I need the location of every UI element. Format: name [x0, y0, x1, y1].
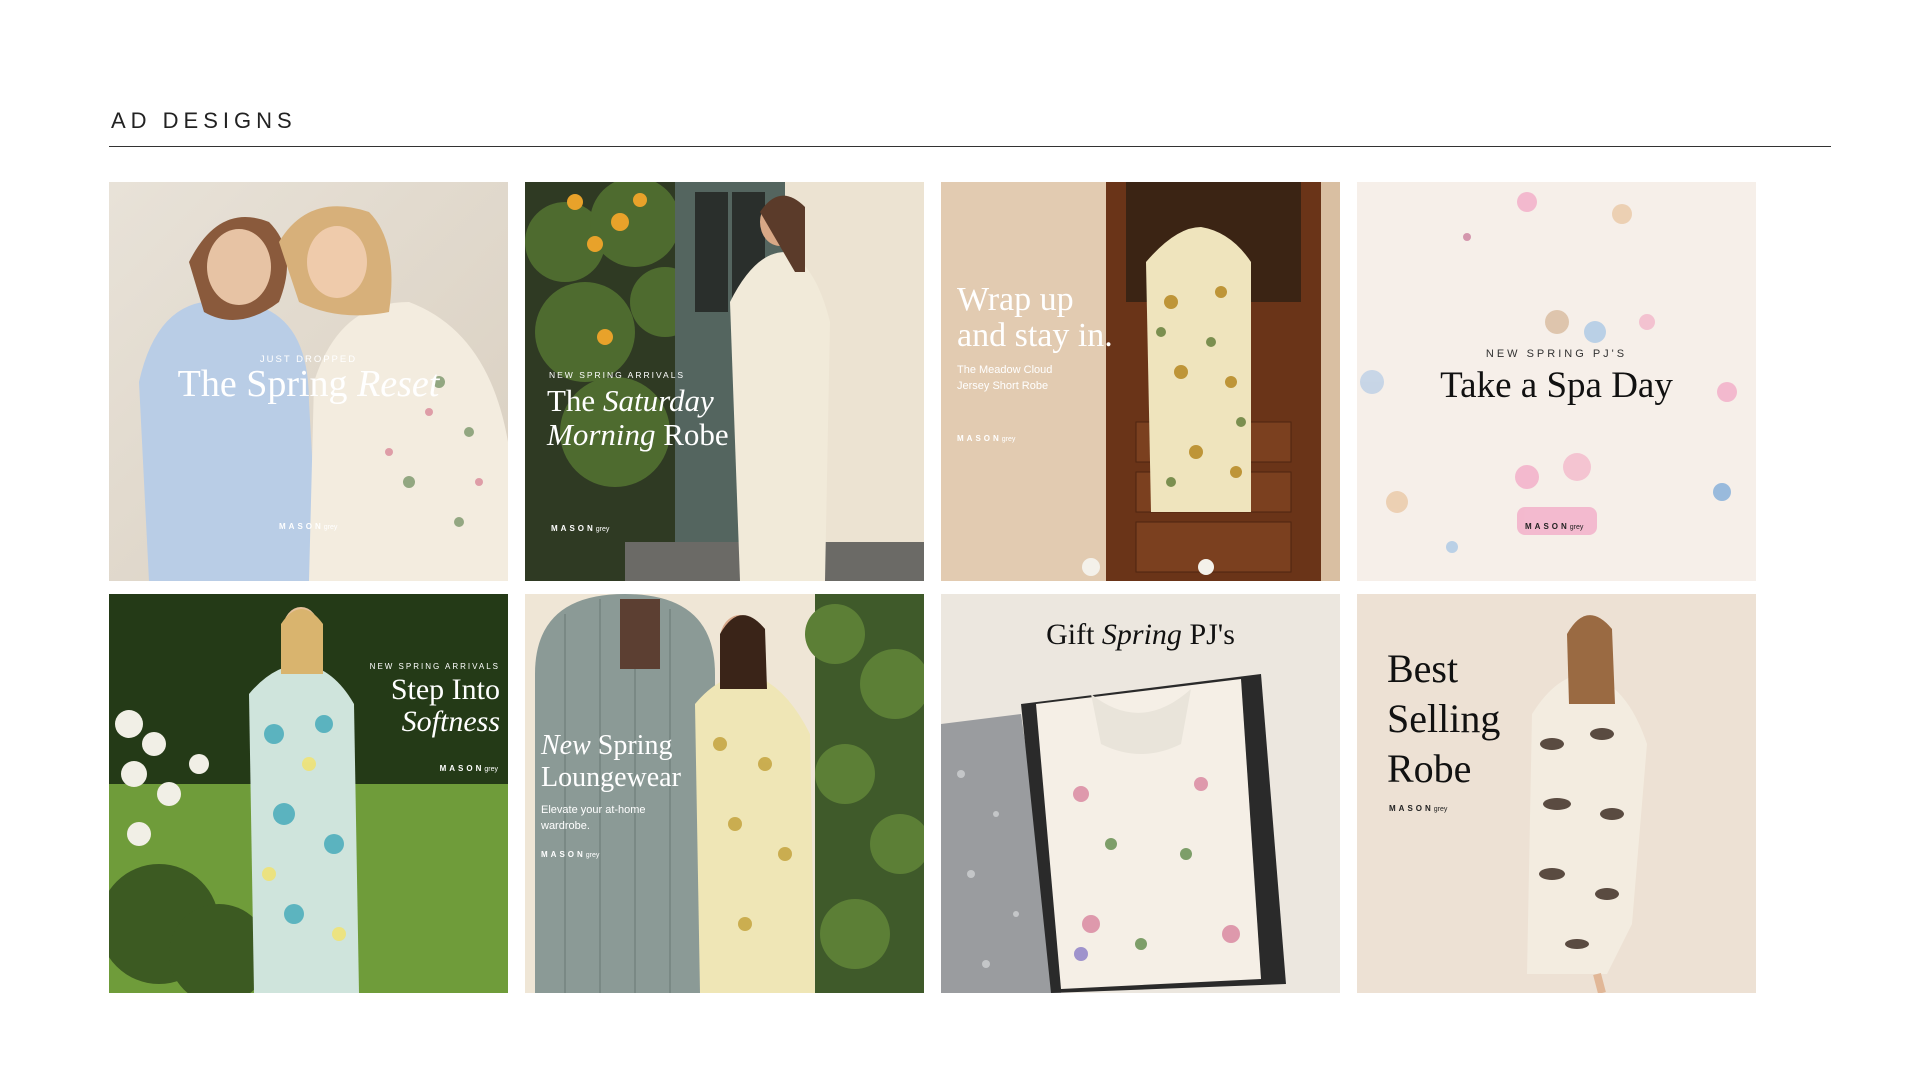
ad-subtext: The Meadow Cloud Jersey Short Robe	[957, 362, 1052, 394]
brand-suffix: grey	[585, 852, 600, 859]
brand-logo: MASONgrey	[957, 434, 1015, 443]
ad-headline: New Spring Loungewear	[541, 730, 681, 794]
brand-logo: MASONgrey	[1389, 804, 1447, 813]
brand-logo: MASONgrey	[440, 764, 498, 773]
ad-tile-step-into-softness[interactable]: NEW SPRING ARRIVALS Step Into Softness M…	[109, 594, 508, 993]
ad-headline-line: Selling	[1387, 696, 1501, 741]
ad-headline-italic: New	[541, 730, 591, 761]
ad-headline-part: Gift	[1046, 618, 1102, 651]
ad-eyebrow: NEW SPRING ARRIVALS	[369, 662, 500, 671]
brand-suffix: grey	[1433, 806, 1448, 813]
ad-headline-italic: Reset	[357, 363, 440, 405]
ad-headline-line: Step Into	[390, 673, 500, 706]
ad-headline-italic: Spring	[1101, 618, 1182, 651]
ad-headline-line: Wrap up	[957, 281, 1074, 318]
ad-photo-pajamas-in-box	[941, 594, 1340, 993]
ad-headline: Wrap up and stay in.	[957, 282, 1113, 354]
ad-tile-gift-spring-pjs[interactable]: Gift Spring PJ's	[941, 594, 1340, 993]
ad-subtext-line: The Meadow Cloud	[957, 364, 1053, 376]
ad-subtext-line: Jersey Short Robe	[957, 380, 1049, 392]
ad-photo-model-at-door	[525, 182, 924, 581]
brand-logo: MASONgrey	[551, 524, 609, 533]
ad-headline-line: Loungewear	[541, 762, 681, 793]
ad-headline: Step Into Softness	[391, 674, 500, 738]
ad-headline-part: The Spring	[177, 363, 358, 405]
ad-subtext-line: Elevate your at-home	[541, 804, 646, 816]
ad-headline-part: Robe	[655, 417, 729, 452]
brand-suffix: grey	[1569, 524, 1584, 531]
ad-headline-line: Robe	[1387, 746, 1472, 791]
ad-subtext-line: wardrobe.	[541, 820, 590, 832]
header-divider	[109, 146, 1831, 147]
brand-name: MASON	[1389, 804, 1434, 813]
brand-name: MASON	[1525, 522, 1570, 531]
ad-headline-italic: Saturday	[602, 383, 714, 418]
ad-headline: The Spring Reset	[109, 365, 508, 403]
ad-headline: The Saturday Morning Robe	[547, 384, 729, 452]
brand-suffix: grey	[595, 526, 610, 533]
ad-headline-italic: Morning	[547, 417, 656, 452]
ad-headline-italic: Softness	[401, 705, 500, 738]
ad-tile-new-spring-loungewear[interactable]: New Spring Loungewear Elevate your at-ho…	[525, 594, 924, 993]
ad-headline-part: Spring	[590, 730, 673, 761]
ad-tile-best-selling-robe[interactable]: Best Selling Robe MASONgrey	[1357, 594, 1756, 993]
ad-photo-model-garden	[109, 594, 508, 993]
brand-suffix: grey	[323, 524, 338, 531]
ad-headline: Take a Spa Day	[1440, 365, 1673, 406]
brand-name: MASON	[279, 522, 324, 531]
ad-headline: Gift Spring PJ's	[941, 618, 1340, 652]
ad-tile-spa-day[interactable]: NEW SPRING PJ'S Take a Spa Day MASONgrey	[1357, 182, 1756, 581]
brand-name: MASON	[439, 764, 485, 773]
brand-suffix: grey	[484, 766, 498, 773]
brand-name: MASON	[551, 524, 596, 533]
ad-eyebrow: NEW SPRING PJ'S	[1485, 348, 1628, 360]
ad-headline-part: The	[547, 383, 603, 418]
brand-suffix: grey	[1001, 436, 1016, 443]
ad-tile-saturday-morning-robe[interactable]: NEW SPRING ARRIVALS The Saturday Morning…	[525, 182, 924, 581]
brand-name: MASON	[957, 434, 1002, 443]
page-title: AD DESIGNS	[111, 108, 297, 133]
ad-tile-wrap-up[interactable]: Wrap up and stay in. The Meadow Cloud Je…	[941, 182, 1340, 581]
brand-logo: MASONgrey	[279, 522, 337, 531]
brand-name: MASON	[541, 850, 586, 859]
ad-headline-line: and stay in.	[957, 317, 1113, 354]
ad-headline-line: Best	[1387, 646, 1459, 691]
ad-subtext: Elevate your at-home wardrobe.	[541, 802, 646, 834]
ad-tile-spring-reset[interactable]: JUST DROPPED The Spring Reset MASONgrey	[109, 182, 508, 581]
brand-logo: MASONgrey	[541, 850, 599, 859]
brand-logo: MASONgrey	[1525, 522, 1583, 531]
ad-eyebrow: NEW SPRING ARRIVALS	[549, 370, 686, 380]
ad-headline: Best Selling Robe	[1387, 644, 1500, 794]
ad-headline-part: PJ's	[1181, 618, 1235, 651]
